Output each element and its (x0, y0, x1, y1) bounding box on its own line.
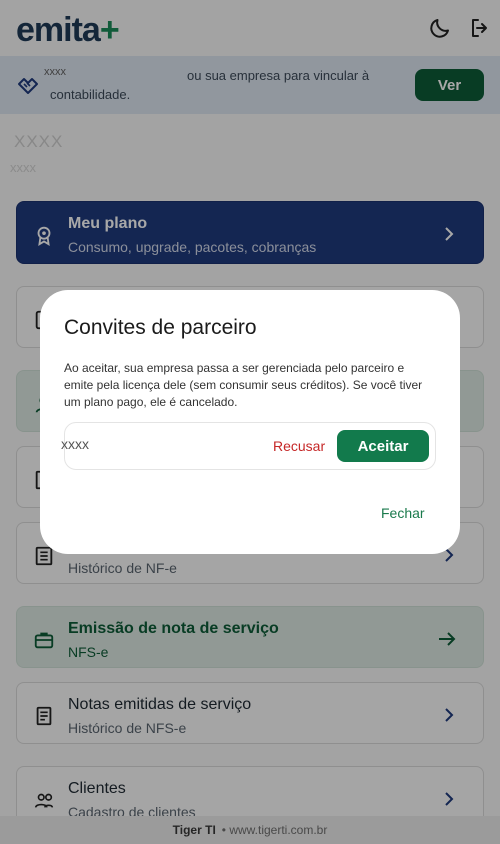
close-button[interactable]: Fechar (381, 505, 425, 521)
invite-partner-name: xxxx (61, 436, 89, 452)
accept-button[interactable]: Aceitar (337, 430, 429, 462)
invite-row: xxxx Recusar Aceitar (61, 422, 436, 470)
partner-invites-dialog: Convites de parceiro Ao aceitar, sua emp… (40, 290, 460, 554)
reject-button[interactable]: Recusar (273, 438, 325, 454)
dialog-description: Ao aceitar, sua empresa passa a ser gere… (64, 361, 423, 409)
dialog-title: Convites de parceiro (64, 316, 257, 339)
